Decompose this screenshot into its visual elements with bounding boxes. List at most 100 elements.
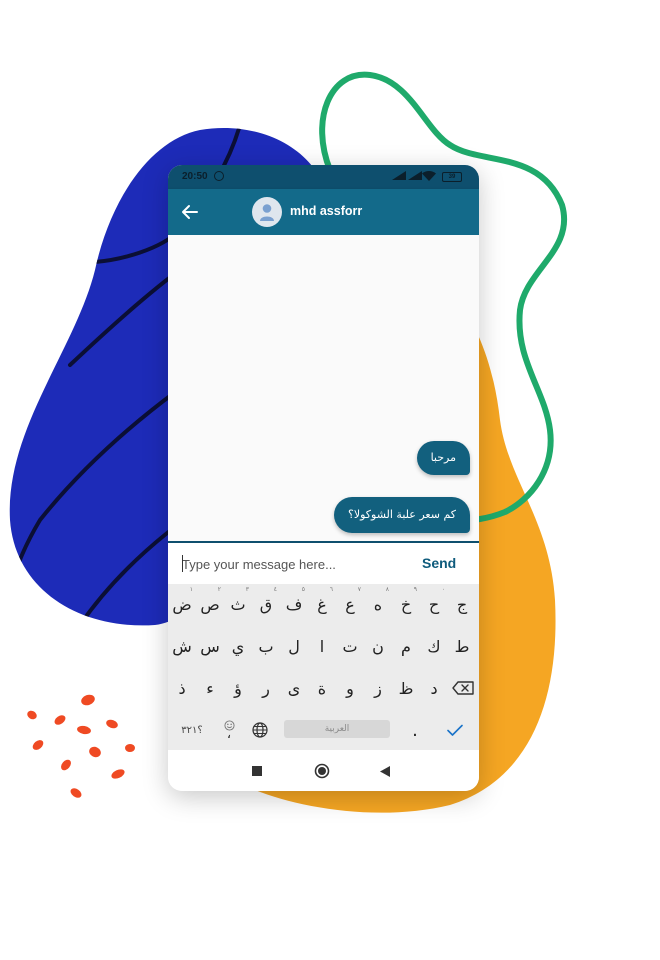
key-label: ج bbox=[456, 594, 468, 614]
checkmark-icon bbox=[447, 724, 463, 736]
key-hint: ٥ bbox=[301, 586, 305, 593]
backspace-key[interactable] bbox=[448, 668, 478, 708]
keyboard-key[interactable]: ه٨ bbox=[364, 584, 392, 624]
keyboard-key[interactable]: ض١ bbox=[168, 584, 196, 624]
emoji-comma-key[interactable]: ، bbox=[214, 710, 244, 750]
keyboard-key[interactable]: ق٤ bbox=[252, 584, 280, 624]
keyboard-key[interactable]: ظ bbox=[392, 668, 420, 708]
language-key[interactable] bbox=[246, 710, 274, 750]
signal-icon bbox=[392, 171, 406, 180]
keyboard-key[interactable]: و bbox=[336, 668, 364, 708]
keyboard-key[interactable]: ر bbox=[252, 668, 280, 708]
keyboard-row-3: ذ ء ؤ ر ى ة و ز ظ د bbox=[168, 668, 479, 708]
keyboard-key[interactable]: ح٠ bbox=[420, 584, 448, 624]
keyboard-key[interactable]: ش bbox=[168, 626, 196, 666]
key-label: ح bbox=[428, 594, 440, 614]
keyboard-key[interactable]: ى bbox=[280, 668, 308, 708]
message-input[interactable] bbox=[182, 554, 402, 574]
keyboard-key[interactable]: غ٦ bbox=[308, 584, 336, 624]
key-label: ظ bbox=[398, 678, 414, 698]
key-label: ؤ bbox=[234, 678, 242, 698]
keyboard-key[interactable]: ء bbox=[196, 668, 224, 708]
red-dot bbox=[106, 719, 118, 729]
keyboard-key[interactable]: ي bbox=[224, 626, 252, 666]
key-hint: ٧ bbox=[357, 586, 361, 593]
keyboard-key[interactable]: ص٢ bbox=[196, 584, 224, 624]
keyboard-key[interactable]: س bbox=[196, 626, 224, 666]
keyboard-key[interactable]: ذ bbox=[168, 668, 196, 708]
space-bar[interactable]: العربية bbox=[284, 720, 390, 738]
key-hint: ٢ bbox=[217, 586, 221, 593]
text-cursor bbox=[182, 555, 183, 572]
red-dot bbox=[70, 788, 82, 798]
person-icon bbox=[260, 204, 274, 221]
keyboard-key[interactable]: خ٩ bbox=[392, 584, 420, 624]
keyboard-key[interactable]: ث٣ bbox=[224, 584, 252, 624]
keyboard-key[interactable]: ز bbox=[364, 668, 392, 708]
globe-icon bbox=[252, 722, 268, 738]
keyboard-key[interactable]: ن bbox=[364, 626, 392, 666]
key-label: ق bbox=[259, 594, 273, 614]
red-dot bbox=[61, 759, 71, 771]
keyboard-key[interactable]: ب bbox=[252, 626, 280, 666]
key-hint: ٣ bbox=[245, 586, 249, 593]
key-label: ش bbox=[172, 636, 192, 656]
key-label: ي bbox=[231, 636, 245, 656]
key-label: ط bbox=[454, 636, 470, 656]
key-label: و bbox=[346, 678, 354, 698]
key-label: ا bbox=[319, 636, 325, 656]
key-label: ء bbox=[206, 678, 214, 698]
key-label: ن bbox=[372, 636, 384, 656]
keyboard-key[interactable]: ت bbox=[336, 626, 364, 666]
key-label: ، bbox=[226, 726, 232, 742]
square-icon[interactable] bbox=[252, 766, 262, 776]
key-label: ذ bbox=[178, 678, 186, 698]
circle-icon[interactable] bbox=[314, 763, 330, 779]
key-hint: ٦ bbox=[329, 586, 333, 593]
message-bubble[interactable]: كم سعر علبة الشوكولا؟ bbox=[334, 497, 470, 533]
send-button[interactable]: Send bbox=[422, 555, 456, 571]
keyboard-key[interactable]: م bbox=[392, 626, 420, 666]
key-label: ه bbox=[373, 594, 383, 614]
triangle-back-icon[interactable] bbox=[380, 766, 390, 777]
key-label: ى bbox=[287, 678, 301, 698]
avatar[interactable] bbox=[252, 197, 282, 227]
key-label: ك bbox=[427, 636, 441, 656]
keyboard-key[interactable]: ؤ bbox=[224, 668, 252, 708]
period-key[interactable]: . bbox=[400, 710, 430, 750]
wifi-icon bbox=[422, 171, 436, 181]
keyboard-key[interactable]: د bbox=[420, 668, 448, 708]
red-dot bbox=[27, 710, 37, 720]
red-dot bbox=[111, 769, 125, 779]
keyboard-key[interactable]: ط bbox=[448, 626, 476, 666]
keyboard-key[interactable]: ج bbox=[448, 584, 476, 624]
key-hint: ٤ bbox=[273, 586, 277, 593]
status-bar: 20:50 39 bbox=[168, 165, 479, 189]
enter-key[interactable] bbox=[440, 710, 470, 750]
keyboard-key[interactable]: ف٥ bbox=[280, 584, 308, 624]
status-time: 20:50 bbox=[182, 171, 208, 182]
key-hint: ١ bbox=[189, 586, 193, 593]
backspace-icon bbox=[452, 681, 474, 695]
red-dot bbox=[77, 725, 91, 735]
red-dot bbox=[54, 715, 66, 725]
alarm-icon bbox=[214, 171, 224, 181]
message-bubble[interactable]: مرحبا bbox=[416, 441, 470, 475]
red-dot bbox=[125, 744, 135, 752]
key-label: ة bbox=[317, 678, 327, 698]
numbers-key[interactable]: ؟٣٢١ bbox=[172, 710, 212, 750]
keyboard-key[interactable]: ل bbox=[280, 626, 308, 666]
key-label: م bbox=[401, 636, 411, 656]
keyboard-row-1: ض١ ص٢ ث٣ ق٤ ف٥ غ٦ ع٧ ه٨ خ٩ ح٠ ج bbox=[168, 584, 479, 624]
signal-icon bbox=[408, 171, 422, 180]
battery-icon: 39 bbox=[442, 172, 462, 182]
arrow-left-icon[interactable] bbox=[180, 202, 200, 222]
keyboard-key[interactable]: ك bbox=[420, 626, 448, 666]
keyboard-key[interactable]: ة bbox=[308, 668, 336, 708]
keyboard-row-2: ش س ي ب ل ا ت ن م ك ط bbox=[168, 626, 479, 666]
key-label: ع bbox=[345, 594, 355, 614]
keyboard-key[interactable]: ا bbox=[308, 626, 336, 666]
key-label: ض bbox=[172, 594, 192, 614]
keyboard-key[interactable]: ع٧ bbox=[336, 584, 364, 624]
key-label: خ bbox=[400, 594, 412, 614]
